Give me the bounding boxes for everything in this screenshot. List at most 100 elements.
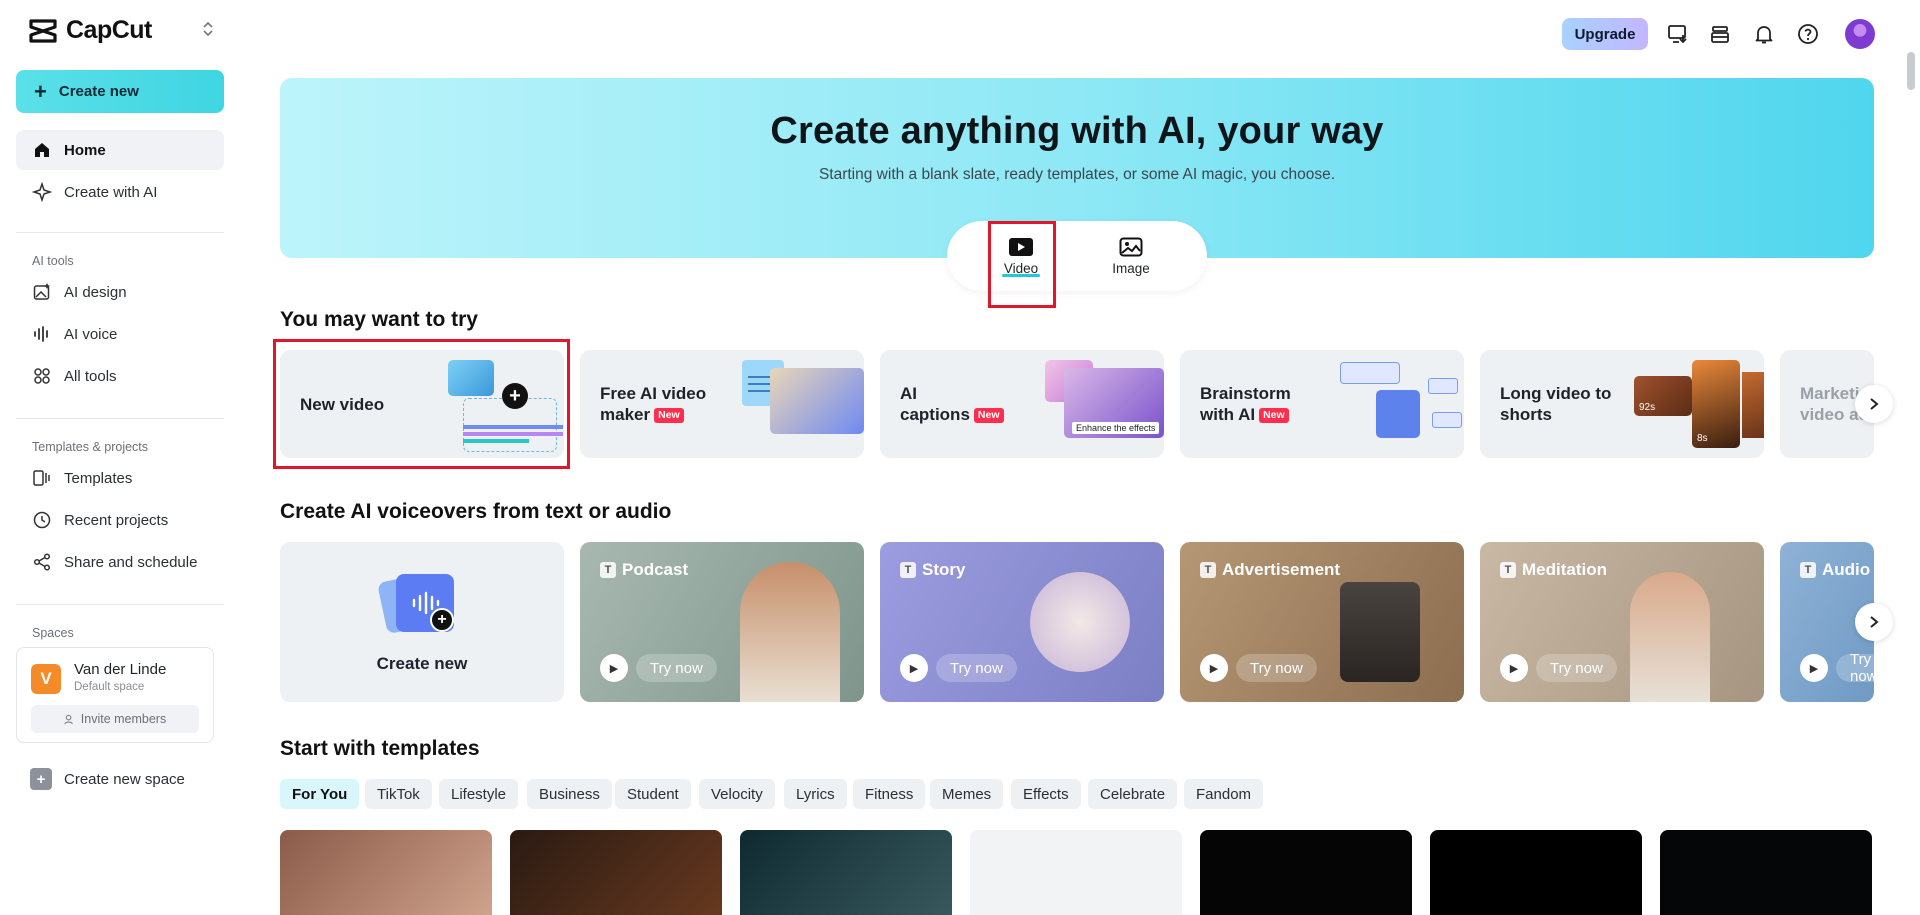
voice-card-meditation[interactable]: T Meditation ▶ Try now — [1480, 542, 1764, 702]
voice-card-advertisement[interactable]: T Advertisement ▶ Try now — [1180, 542, 1464, 702]
template-thumbnail[interactable] — [740, 830, 952, 915]
template-thumbnail[interactable] — [510, 830, 722, 915]
voice-card-title: T Meditation — [1500, 560, 1607, 580]
page-scrollbar[interactable] — [1907, 52, 1915, 90]
sidebar-item-recent-projects[interactable]: Recent projects — [16, 500, 224, 540]
sidebar-item-all-tools[interactable]: All tools — [16, 356, 224, 396]
tab-image[interactable]: Image — [1091, 221, 1171, 291]
sidebar-item-label: All tools — [64, 367, 117, 385]
create-voiceover-card[interactable]: + Create new — [280, 542, 564, 702]
play-icon[interactable]: ▶ — [1500, 654, 1528, 682]
play-icon[interactable]: ▶ — [900, 654, 928, 682]
voice-card-story[interactable]: T Story ▶ Try now — [880, 542, 1164, 702]
clock-icon — [32, 510, 52, 530]
sidebar: CapCut + Create new Home Create with AI … — [0, 0, 240, 915]
brainstorm-with-ai-card[interactable]: Brainstorm with AI New — [1180, 350, 1464, 458]
workspace-switch-icon[interactable] — [200, 20, 216, 38]
try-now-button[interactable]: Try now — [636, 654, 717, 682]
create-voiceover-label: Create new — [376, 654, 468, 673]
share-icon — [32, 552, 52, 572]
new-badge: New — [1259, 408, 1289, 423]
chip-tiktok[interactable]: TikTok — [365, 779, 432, 809]
short-thumbnail — [1742, 372, 1764, 438]
card-label: Free AI video maker New — [600, 384, 707, 424]
home-icon — [32, 140, 52, 160]
chip-student[interactable]: Student — [615, 779, 691, 809]
template-thumbnail[interactable] — [1200, 830, 1412, 915]
person-add-icon — [64, 714, 73, 724]
carousel-next-button[interactable] — [1855, 603, 1893, 641]
create-new-label: Create new — [58, 83, 139, 100]
sidebar-item-templates[interactable]: Templates — [16, 458, 224, 498]
image-ai-icon — [32, 282, 52, 302]
chip-effects[interactable]: Effects — [1011, 779, 1081, 809]
voice-card-title: T Audio — [1800, 560, 1870, 580]
sidebar-item-ai-voice[interactable]: AI voice — [16, 314, 224, 354]
chip-fandom[interactable]: Fandom — [1184, 779, 1264, 809]
user-avatar[interactable] — [1845, 19, 1875, 49]
bell-icon[interactable] — [1750, 20, 1778, 48]
ai-tools-heading: AI tools — [32, 254, 74, 268]
coffee-machine-photo — [1340, 582, 1420, 682]
video-thumbnail: 92s — [1634, 376, 1692, 416]
chip-velocity[interactable]: Velocity — [699, 779, 775, 809]
sidebar-item-label: AI design — [64, 283, 127, 301]
sidebar-item-ai-design[interactable]: AI design — [16, 272, 224, 312]
chip-celebrate[interactable]: Celebrate — [1088, 779, 1178, 809]
sidebar-item-create-with-ai[interactable]: Create with AI — [16, 172, 224, 212]
upgrade-button[interactable]: Upgrade — [1562, 18, 1648, 50]
voice-card-podcast[interactable]: T Podcast ▶ Try now — [580, 542, 864, 702]
try-now-button[interactable]: Try now — [1236, 654, 1317, 682]
template-thumbnail[interactable] — [280, 830, 492, 915]
play-icon[interactable]: ▶ — [1800, 654, 1828, 682]
person-photo — [740, 562, 840, 702]
try-now-button[interactable]: Try now — [1836, 651, 1874, 685]
plus-circle-icon: + — [430, 608, 454, 632]
tab-video[interactable]: Video — [981, 221, 1061, 291]
capcut-logo[interactable]: CapCut — [28, 16, 152, 45]
templates-projects-heading: Templates & projects — [32, 440, 149, 454]
chip-memes[interactable]: Memes — [930, 779, 1004, 809]
template-thumbnail[interactable] — [1430, 830, 1642, 915]
long-video-to-shorts-card[interactable]: Long video to shorts 92s 8s — [1480, 350, 1764, 458]
space-avatar: V — [31, 664, 61, 694]
sidebar-item-home[interactable]: Home — [16, 130, 224, 170]
template-thumbnail[interactable] — [970, 830, 1182, 915]
duration-label: 8s — [1697, 433, 1708, 444]
tab-label: Image — [1112, 260, 1150, 276]
card-label: New video — [300, 394, 385, 414]
caption-sample: Enhance the effects — [1072, 422, 1160, 434]
sidebar-divider — [16, 418, 224, 419]
chip-business[interactable]: Business — [527, 779, 612, 809]
sidebar-item-share-schedule[interactable]: Share and schedule — [16, 542, 224, 582]
chip-lyrics[interactable]: Lyrics — [784, 779, 847, 809]
download-desktop-icon[interactable] — [1664, 20, 1692, 48]
chip-lifestyle[interactable]: Lifestyle — [439, 779, 519, 809]
text-icon: T — [1800, 562, 1816, 578]
hero-title: Create anything with AI, your way — [770, 110, 1384, 152]
card-label: Long video to shorts — [1500, 384, 1612, 424]
try-now-button[interactable]: Try now — [1536, 654, 1617, 682]
thumbnail-preview — [448, 360, 494, 396]
templates-icon — [32, 468, 52, 488]
timeline-track — [463, 425, 563, 429]
free-ai-video-maker-card[interactable]: Free AI video maker New — [580, 350, 864, 458]
inbox-stack-icon[interactable] — [1706, 20, 1734, 48]
new-video-card[interactable]: New video + — [280, 350, 564, 458]
video-icon — [1009, 237, 1033, 256]
help-icon[interactable] — [1794, 20, 1822, 48]
space-card[interactable]: V Van der Linde Default space Invite mem… — [16, 647, 214, 743]
chip-for-you[interactable]: For You — [280, 779, 360, 809]
create-new-space-button[interactable]: + Create new space — [30, 768, 185, 790]
mode-switch: Video Image — [947, 221, 1207, 291]
create-new-button[interactable]: + Create new — [16, 70, 224, 113]
invite-members-button[interactable]: Invite members — [31, 705, 199, 733]
try-section-title: You may want to try — [280, 308, 478, 331]
play-icon[interactable]: ▶ — [600, 654, 628, 682]
carousel-next-button[interactable] — [1855, 385, 1893, 423]
ai-captions-card[interactable]: AI captions New Enhance the effects — [880, 350, 1164, 458]
play-icon[interactable]: ▶ — [1200, 654, 1228, 682]
template-thumbnail[interactable] — [1660, 830, 1872, 915]
chip-fitness[interactable]: Fitness — [853, 779, 926, 809]
try-now-button[interactable]: Try now — [936, 654, 1017, 682]
